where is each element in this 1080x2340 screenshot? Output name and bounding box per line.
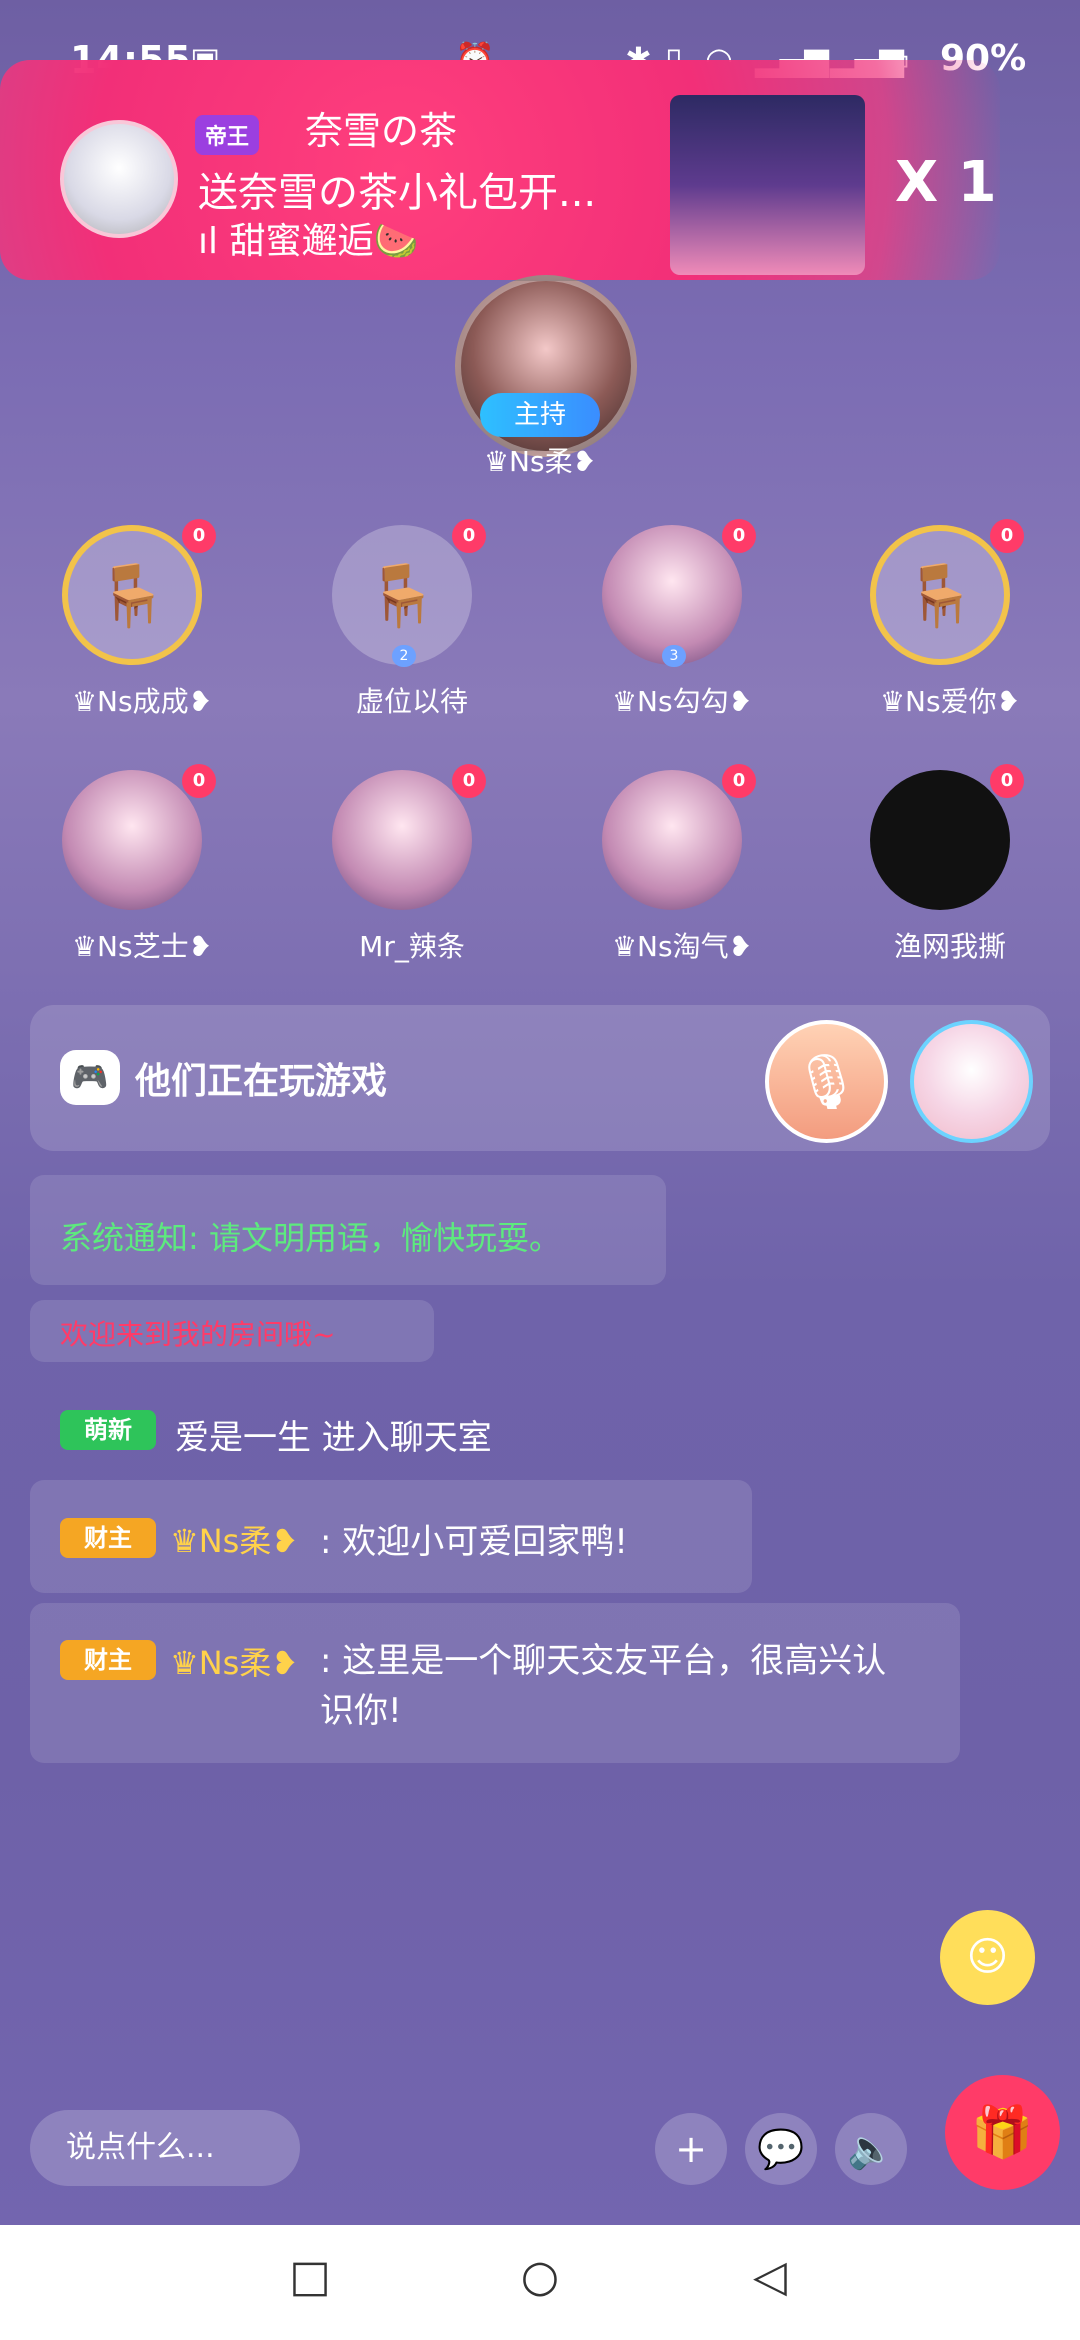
enter-message: 爱是一生 进入聊天室 [175, 1418, 492, 1458]
seat-badge: 0 [182, 519, 216, 553]
seat-avatar [332, 770, 472, 910]
seat-4[interactable]: 🪑 0 ♛Ns爱你❥ [840, 519, 1060, 765]
chat-message-text: : 欢迎小可爱回家鸭! [320, 1522, 628, 1562]
seat-badge: 0 [452, 519, 486, 553]
banner-user-name: 奈雪の茶 [305, 109, 458, 153]
seat-avatar [602, 525, 742, 665]
gift-image [670, 95, 865, 275]
seat-avatar [870, 770, 1010, 910]
seat-chair-icon: 🪑 [332, 525, 472, 665]
seat-1[interactable]: 🪑 0 ♛Ns成成❥ [32, 519, 252, 765]
seat-name: ♛Ns成成❥ [71, 685, 213, 718]
gift-count: X 1 [895, 150, 997, 215]
chat-input[interactable]: 说点什么... [30, 2110, 300, 2186]
seat-badge: 0 [990, 764, 1024, 798]
seat-2[interactable]: 🪑 0 2 虚位以待 [302, 519, 522, 765]
system-notice: 系统通知: 请文明用语，愉快玩耍。 [60, 1219, 561, 1257]
banner-gift-text: 送奈雪の茶小礼包开... [198, 170, 597, 216]
seat-badge: 0 [182, 764, 216, 798]
seat-6[interactable]: 0 Mr_辣条 [302, 764, 522, 1010]
microphone-icon[interactable]: 🎙 [765, 1020, 888, 1143]
gift-icon[interactable]: 🎁 [945, 2075, 1060, 2190]
welcome-text: 欢迎来到我的房间哦~ [60, 1318, 336, 1351]
seat-name: 虚位以待 [355, 685, 468, 718]
seat-name: 渔网我撕 [893, 930, 1006, 963]
seat-name: ♛Ns淘气❥ [611, 930, 753, 963]
chat-user-name[interactable]: ♛Ns柔❥ [170, 1638, 298, 1684]
chat-user-name[interactable]: ♛Ns柔❥ [170, 1516, 298, 1562]
seat-5[interactable]: 0 ♛Ns芝士❥ [32, 764, 252, 1010]
seat-badge: 0 [990, 519, 1024, 553]
seat-avatar [602, 770, 742, 910]
speaker-icon[interactable]: 🔈 [835, 2113, 907, 2185]
seat-badge: 0 [722, 519, 756, 553]
level-badge: 财主 [60, 1518, 156, 1558]
gamepad-icon: 🎮 [60, 1050, 120, 1105]
seat-name: ♛Ns芝士❥ [71, 930, 213, 963]
seat-number: 2 [392, 645, 416, 667]
newbie-badge: 萌新 [60, 1410, 156, 1450]
chat-message-text: : 这里是一个聊天交友平台，很高兴认识你! [320, 1641, 887, 1731]
banner-avatar[interactable] [60, 120, 178, 238]
host-tag: 主持 [480, 393, 600, 437]
vip-badge: 帝王 [195, 115, 260, 155]
seat-8[interactable]: 0 渔网我撕 [840, 764, 1060, 1010]
seat-name: Mr_辣条 [359, 930, 465, 963]
seat-name: ♛Ns爱你❥ [879, 685, 1021, 718]
message-icon[interactable]: 💬 [745, 2113, 817, 2185]
home-icon[interactable]: ○ [510, 2247, 570, 2307]
game-text: 他们正在玩游戏 [135, 1061, 388, 1102]
plus-icon[interactable]: + [655, 2113, 727, 2185]
seat-3[interactable]: 0 3 ♛Ns勾勾❥ [572, 519, 792, 765]
banner-song-text: ıl 甜蜜邂逅🍉 [198, 221, 419, 262]
seat-avatar [62, 770, 202, 910]
back-icon[interactable]: ◁ [740, 2247, 800, 2307]
host-name: ♛Ns柔❥ [483, 445, 597, 478]
seat-chair-icon: 🪑 [62, 525, 202, 665]
seat-chair-icon: 🪑 [870, 525, 1010, 665]
recent-apps-icon[interactable]: □ [280, 2247, 340, 2307]
seat-number: 3 [662, 645, 686, 667]
seat-badge: 0 [452, 764, 486, 798]
seat-7[interactable]: 0 ♛Ns淘气❥ [572, 764, 792, 1010]
seat-name: ♛Ns勾勾❥ [611, 685, 753, 718]
seat-badge: 0 [722, 764, 756, 798]
game-player-avatar[interactable] [910, 1020, 1033, 1143]
level-badge: 财主 [60, 1640, 156, 1680]
emoji-float-icon[interactable]: ☺ [940, 1910, 1035, 2005]
